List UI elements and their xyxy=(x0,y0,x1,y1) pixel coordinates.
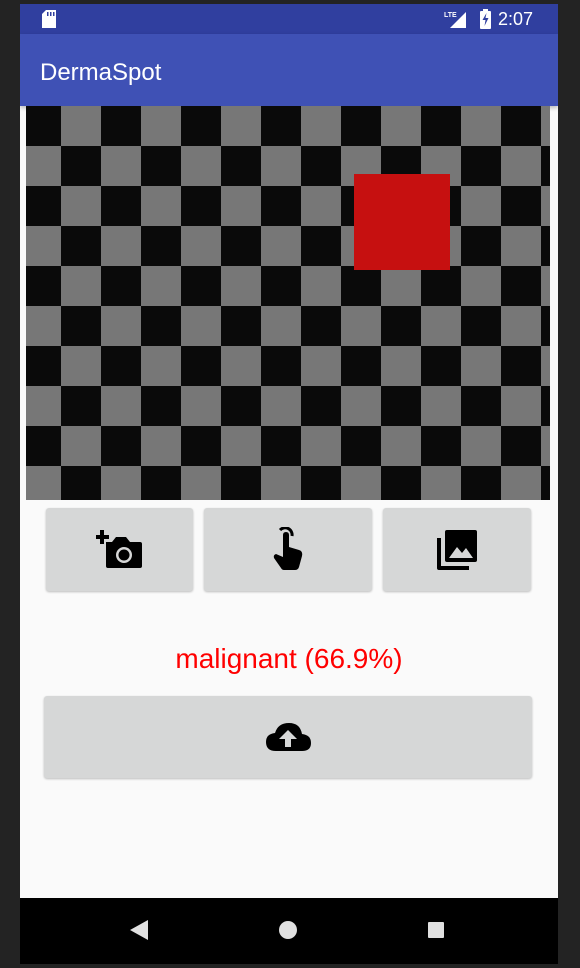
battery-charging-icon xyxy=(480,9,491,29)
svg-text:LTE: LTE xyxy=(444,12,457,19)
navigation-bar xyxy=(20,898,558,964)
touch-select-button[interactable] xyxy=(204,508,372,591)
lte-signal-icon: LTE xyxy=(444,12,466,28)
result-text: malignant (66.9%) xyxy=(175,643,403,674)
screen: LTE 2:07 DermaSpot malignant (66.9%) xyxy=(20,4,558,964)
add-a-photo-icon xyxy=(95,529,142,568)
image-preview[interactable] xyxy=(26,106,550,500)
sd-card-icon xyxy=(42,10,56,28)
app-bar: DermaSpot xyxy=(20,34,558,106)
home-icon[interactable] xyxy=(278,920,298,940)
touch-app-icon xyxy=(273,526,303,570)
photo-library-icon xyxy=(437,529,477,570)
recents-icon[interactable] xyxy=(428,922,444,938)
upload-button[interactable] xyxy=(44,696,532,778)
device-frame: LTE 2:07 DermaSpot malignant (66.9%) xyxy=(0,0,580,968)
cloud-upload-icon xyxy=(266,723,311,751)
back-icon[interactable] xyxy=(130,920,148,940)
status-bar: LTE 2:07 xyxy=(20,4,558,34)
take-photo-button[interactable] xyxy=(46,508,193,591)
gallery-button[interactable] xyxy=(383,508,531,591)
status-clock: 2:07 xyxy=(498,9,534,29)
app-title: DermaSpot xyxy=(40,59,162,86)
selection-marker xyxy=(354,174,450,270)
